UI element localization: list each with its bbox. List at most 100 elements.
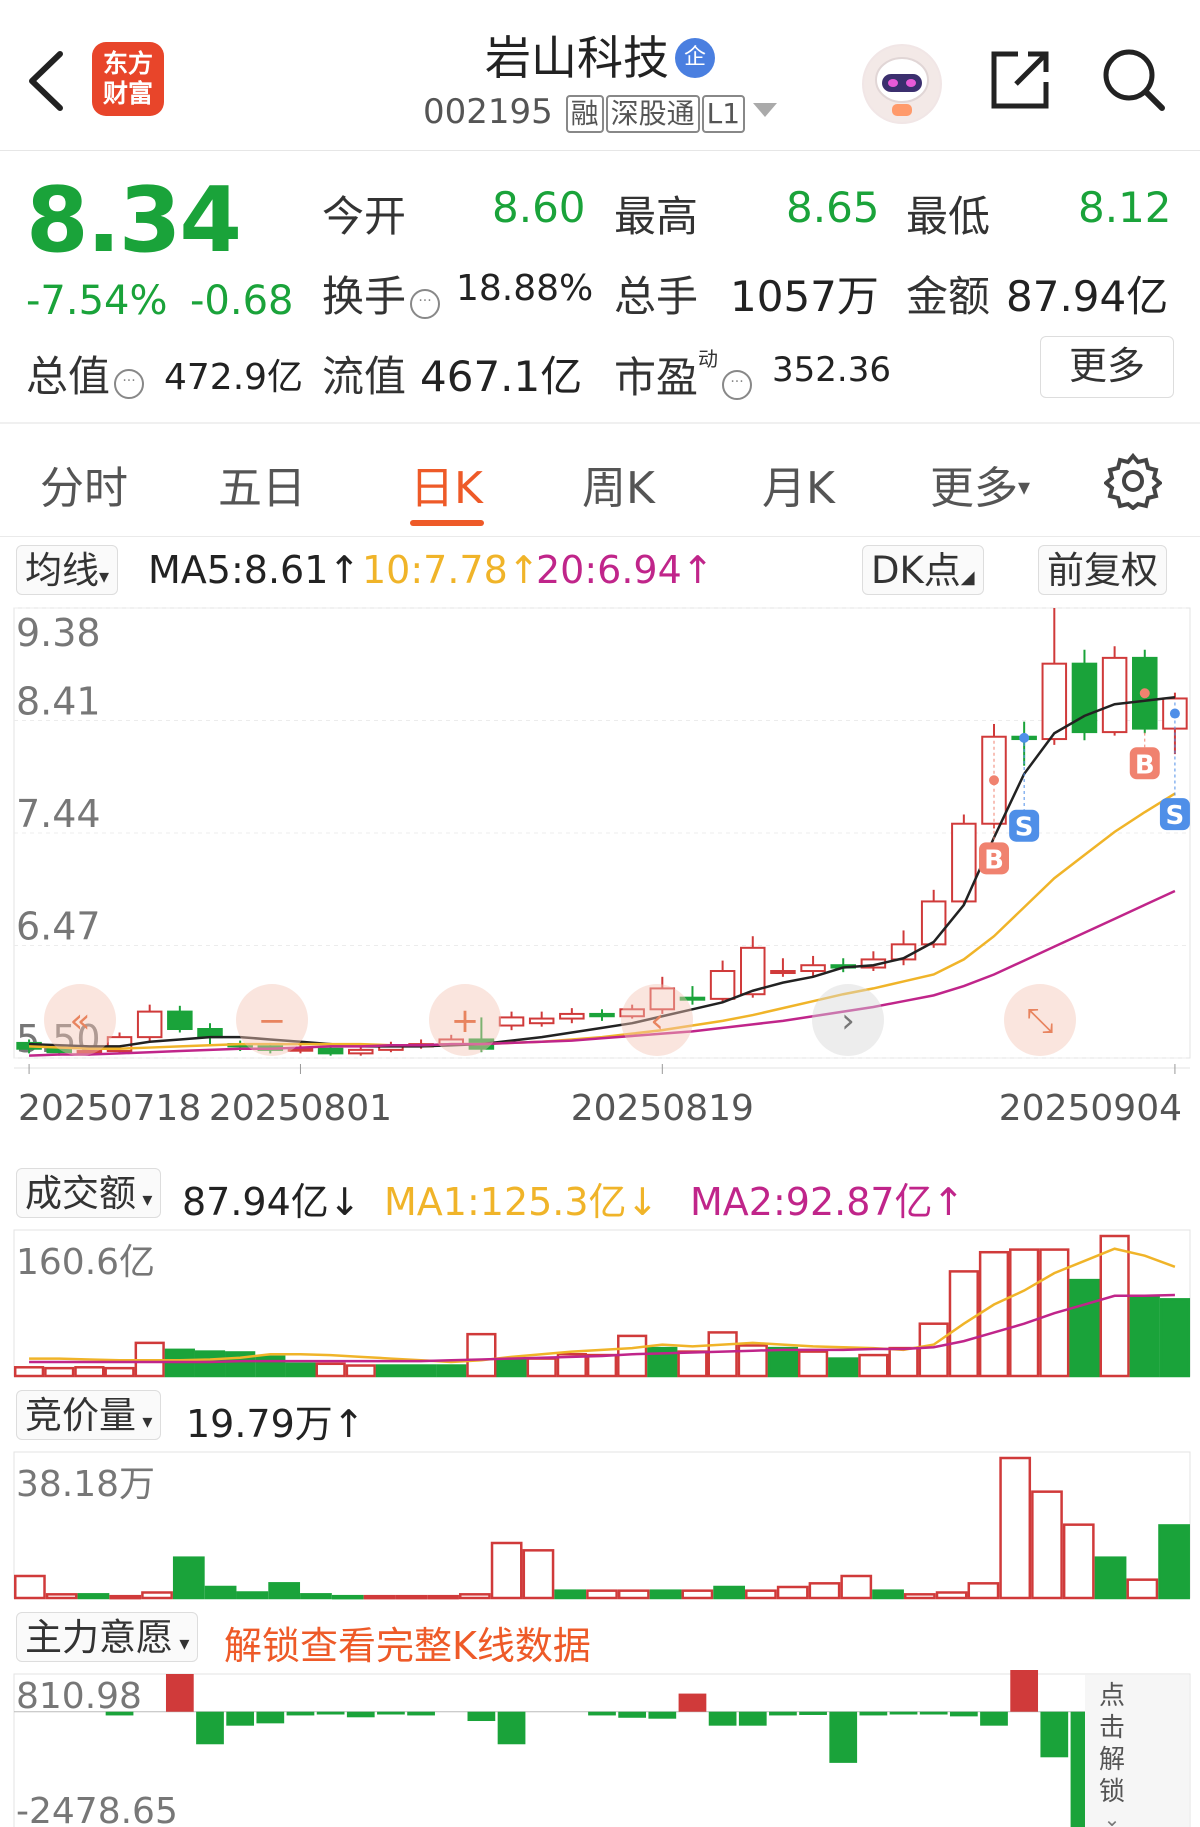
signal-dot xyxy=(989,775,999,786)
mainforce-indicator-select[interactable]: 主力意愿 ▾ xyxy=(16,1612,199,1662)
volume-bar xyxy=(45,1593,78,1600)
volume-bar xyxy=(44,1366,75,1378)
tab-monthly-k[interactable]: 月K xyxy=(762,452,835,516)
volume-bar xyxy=(978,1250,1010,1378)
chart-nav-minus-icon: − xyxy=(258,1001,287,1041)
volume-bar xyxy=(872,1589,904,1600)
signal-dot xyxy=(1019,732,1030,743)
tab-daily-k[interactable]: 日K xyxy=(410,452,483,516)
search-icon[interactable] xyxy=(1100,46,1166,112)
settings-gear-icon[interactable] xyxy=(1104,452,1162,510)
amount-label: 金额 xyxy=(906,272,991,321)
volume-bar xyxy=(767,1346,799,1378)
chart-nav-next-icon: › xyxy=(841,1001,855,1041)
unlock-side-char: 锁 xyxy=(1099,1777,1125,1807)
unlock-kline-link[interactable]: 解锁查看完整K线数据 xyxy=(224,1615,591,1670)
volume-bar xyxy=(776,1585,809,1600)
volume-bar xyxy=(236,1591,269,1600)
volume-bar xyxy=(268,1582,301,1600)
open-value: 8.60 xyxy=(492,183,586,232)
volume-bar xyxy=(496,1359,527,1378)
pe-value: 352.36 xyxy=(772,350,891,390)
volume-bar xyxy=(828,1357,859,1378)
caret-down-icon: ▾ xyxy=(1018,473,1031,501)
tab-more-label: 更多 xyxy=(930,463,1018,514)
x-tick-label: 20250904 xyxy=(999,1088,1182,1129)
mainforce-indicator-label: 主力意愿 xyxy=(25,1616,173,1659)
change-amount: -0.68 xyxy=(190,278,294,324)
amount-ma1-label: MA1:125.3亿↓ xyxy=(384,1180,659,1224)
volume-bar xyxy=(681,1589,714,1600)
pe-label[interactable]: 市盈动··· xyxy=(614,343,753,405)
candle-body xyxy=(589,1012,615,1018)
candle-body xyxy=(559,1012,585,1020)
candle-body xyxy=(920,900,947,946)
dk-point-label: DK点 xyxy=(871,549,961,592)
volume-bar xyxy=(677,1350,708,1378)
tab-intraday[interactable]: 分时 xyxy=(40,452,128,516)
volume-bar xyxy=(707,1331,738,1378)
volume-bar xyxy=(255,1355,286,1378)
low-label: 最低 xyxy=(906,192,991,241)
indicator-select[interactable]: 均线▾ xyxy=(16,545,119,595)
turnover-label[interactable]: 换手 ··· xyxy=(322,263,441,324)
volume-bar xyxy=(109,1594,142,1600)
volume-bar xyxy=(436,1364,467,1378)
float-value: 467.1亿 xyxy=(420,352,583,401)
candle-body xyxy=(800,964,826,973)
info-dots-icon[interactable]: ··· xyxy=(410,289,441,319)
candle-body xyxy=(136,1010,163,1039)
robot-assistant-icon[interactable] xyxy=(862,44,942,124)
info-dots-icon[interactable]: ··· xyxy=(722,370,753,400)
share-icon[interactable] xyxy=(988,48,1052,112)
mktcap-label[interactable]: 总值 ··· xyxy=(26,343,145,404)
volume-bar xyxy=(1009,1248,1040,1378)
signal-dot xyxy=(1139,688,1150,699)
volume-bar xyxy=(918,1322,949,1378)
chart-nav-first-icon: « xyxy=(70,1001,91,1041)
volume-bar xyxy=(1099,1234,1130,1378)
amount-chart[interactable]: 160.6亿 xyxy=(0,1226,1200,1382)
volume-indicator-select[interactable]: 成交额 ▾ xyxy=(16,1168,162,1218)
volume-bar xyxy=(285,1362,316,1378)
tab-five-day[interactable]: 五日 xyxy=(218,452,306,516)
mainforce-bar xyxy=(919,1711,948,1715)
kline-chart[interactable]: 9.388.417.446.475.50BSBS20250718 20250801… xyxy=(0,600,1200,1160)
chart-nav-expand-icon: ⤡ xyxy=(1026,1001,1053,1041)
auction-chart[interactable]: 38.18万 xyxy=(0,1448,1200,1604)
tab-weekly-k[interactable]: 周K xyxy=(582,452,655,516)
volume-bar xyxy=(649,1589,682,1600)
panel-max-label: 160.6亿 xyxy=(16,1242,155,1283)
mainforce-bar xyxy=(799,1711,827,1715)
candle-body xyxy=(348,1048,374,1055)
auction-indicator-select[interactable]: 竞价量 ▾ xyxy=(16,1390,162,1440)
volume-bar xyxy=(74,1366,105,1378)
adjust-button[interactable]: 前复权 xyxy=(1038,545,1167,595)
volume-bar xyxy=(1159,1298,1191,1378)
volume-bar xyxy=(427,1594,459,1600)
signal-dot xyxy=(1169,708,1180,719)
mainforce-bar xyxy=(467,1711,496,1722)
info-dots-icon[interactable]: ··· xyxy=(114,369,145,399)
volume-bar xyxy=(490,1541,523,1600)
volume-bar xyxy=(194,1350,226,1378)
tab-more[interactable]: 更多▾ xyxy=(930,452,1030,516)
dk-point-button[interactable]: DK点◢ xyxy=(862,545,984,595)
low-value: 8.12 xyxy=(1078,183,1172,232)
volume-bar xyxy=(331,1594,364,1600)
mainforce-bar xyxy=(889,1711,918,1715)
open-label: 今开 xyxy=(322,192,407,241)
mainforce-bar xyxy=(859,1711,888,1716)
signal-badge-label: S xyxy=(1015,813,1034,843)
mainforce-bar xyxy=(980,1711,1008,1726)
turnover-label-text: 换手 xyxy=(322,272,407,321)
mainforce-bar xyxy=(738,1711,767,1726)
dropdown-icon[interactable] xyxy=(753,103,778,117)
mainforce-bar xyxy=(256,1711,285,1724)
caret-down-icon: ▾ xyxy=(136,1409,153,1433)
volume-label: 总手 xyxy=(614,272,699,321)
more-quote-button[interactable]: 更多 xyxy=(1040,336,1174,398)
volume-bar xyxy=(797,1350,829,1378)
mainforce-chart[interactable]: 810.98 -2478.65 点击解锁⌄ xyxy=(0,1670,1200,1827)
volume-bar xyxy=(141,1591,173,1600)
